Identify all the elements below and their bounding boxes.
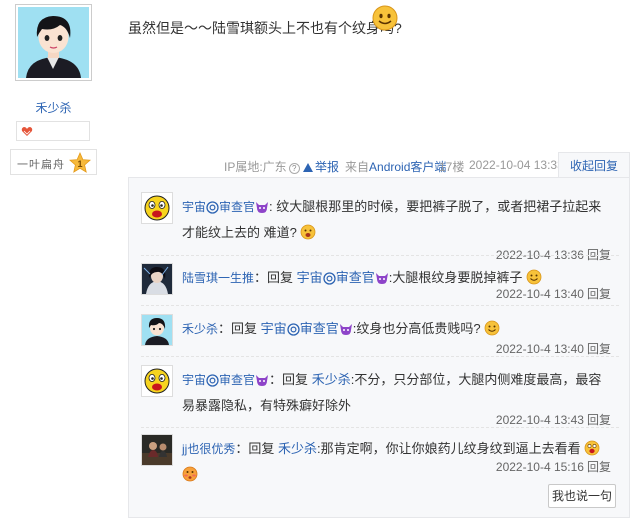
avatar-character-icon [18,7,89,78]
author-avatar[interactable] [15,4,92,81]
reply-avatar[interactable] [141,314,173,346]
report-label: 举报 [315,160,340,174]
reply-divider [141,356,619,357]
reply-user-name[interactable]: jj也很优秀 [182,442,235,456]
reply-avatar[interactable] [141,365,173,397]
author-name[interactable]: 禾少杀 [0,99,107,116]
reply-panel: 宇宙 审查官: 纹大腿根那里的时候，要把裤子脱了，或者把裙子拉起来才能纹上去的 难… [128,177,630,518]
reply-divider [141,255,619,256]
devil-icon [375,273,388,284]
devil-icon [256,202,269,213]
reply-text: :大腿根纹身要脱掉裤子 [388,270,523,285]
floor-number: 17楼 [439,160,465,174]
post-content: 虽然但是～～陆雪琪额头上不也有个纹身吗? [128,20,402,36]
reply-user-name[interactable]: 禾少杀 [182,322,218,336]
reply-target[interactable]: 宇宙 审查官 [261,321,353,336]
anime-avatar-icon [142,264,172,294]
reply-button[interactable]: 回复 [587,460,611,474]
say-something-button[interactable]: 我也说一句 [548,484,616,508]
smiley-emoji-icon [372,5,398,31]
reply-word: ：回复 [235,441,275,456]
level-badge[interactable]: 一叶扁舟 1 [10,149,97,175]
devil-icon [256,375,269,386]
reply-body: 宇宙 审查官: 纹大腿根那里的时候，要把裤子脱了，或者把裙子拉起来才能纹上去的 难… [182,194,612,246]
photo-avatar-icon [142,435,172,465]
level-star-icon: 1 [69,152,91,173]
author-card: 禾少杀 一叶扁舟 1 [0,0,110,518]
reply-meta: 2022-10-4 13:40 回复 [496,340,611,357]
reply-user-name[interactable]: 陆雪琪一生推 [182,271,254,285]
reply-divider [141,305,619,306]
reply-meta: 2022-10-4 15:16 回复 [496,458,611,475]
reply-text: :那肯定啊，你让你娘药儿纹身纹到逼上去看看 [317,441,581,456]
reply-time: 2022-10-4 13:40 [495,342,584,356]
reply-time: 2022-10-4 13:43 [495,413,584,427]
smiley-avatar-icon [142,193,172,223]
reply-button[interactable]: 回复 [587,342,611,356]
client-prefix: 来自 [345,160,370,174]
reply-time: 2022-10-4 15:16 [495,460,584,474]
reply-text: :纹身也分高低贵贱吗? [352,321,481,336]
reply-target[interactable]: 禾少杀 [312,372,351,387]
surprised-emoji-icon [301,224,316,240]
reply-user-name[interactable]: 宇宙 审查官 [182,373,269,387]
smiley-avatar-icon [142,366,172,396]
reply-button[interactable]: 回复 [587,287,611,301]
report-link[interactable]: 举报 [303,158,339,175]
reply-target[interactable]: 宇宙 审查官 [297,270,389,285]
reply-avatar[interactable] [141,263,173,295]
character-avatar-icon [142,315,172,345]
reply-user-name[interactable]: 宇宙 审查官 [182,200,269,214]
reply-button[interactable]: 回复 [587,413,611,427]
warning-icon [303,163,313,172]
swirl-icon [287,323,300,336]
swirl-icon [323,272,336,285]
shocked-emoji-icon [584,440,600,456]
reply-item: 宇宙 审查官: 纹大腿根那里的时候，要把裤子脱了，或者把裙子拉起来才能纹上去的 难… [141,192,619,262]
reply-avatar[interactable] [141,434,173,466]
reply-item: 宇宙 审查官 ：回复 禾少杀:不分，只分部位，大腿内侧难度最高，最容易暴露隐私，有特… [141,365,619,435]
badge-strip [16,121,90,141]
reply-body: 禾少杀：回复 宇宙 审查官:纹身也分高低贵贱吗? [182,316,612,342]
client-source: 来自Android客户端 [345,158,446,175]
reply-word: ：回复 [254,270,294,285]
reply-meta: 2022-10-4 13:40 回复 [496,285,611,302]
help-icon[interactable]: ? [288,163,300,174]
client-link[interactable]: Android客户端 [369,160,446,174]
avatar-image [18,7,89,78]
smiley-emoji-icon [484,320,500,336]
badge-icon[interactable] [21,125,33,137]
ip-location-text: IP属地:广东 [224,160,287,174]
level-name: 一叶扁舟 [17,158,65,171]
reply-item: jj也很优秀：回复 禾少杀:那肯定啊，你让你娘药儿纹身纹到逼上去看看 2022-… [141,434,619,484]
reply-time: 2022-10-4 13:40 [495,287,584,301]
blushing-emoji-icon [182,466,198,482]
reply-avatar[interactable] [141,192,173,224]
reply-target[interactable]: 禾少杀 [278,441,317,456]
swirl-icon [206,201,219,214]
reply-divider [141,427,619,428]
reply-meta: 2022-10-4 13:43 回复 [496,411,611,428]
post-time: 2022-10-04 13:33 [469,158,564,172]
reply-word: ：回复 [218,321,258,336]
collapse-replies-button[interactable]: 收起回复 [558,152,630,178]
swirl-icon [206,374,219,387]
devil-icon [339,324,352,335]
smiley-emoji-icon [526,269,542,285]
level-number: 1 [77,159,82,169]
reply-word: ：回复 [269,372,309,387]
ip-location: IP属地:广东? [224,158,300,175]
